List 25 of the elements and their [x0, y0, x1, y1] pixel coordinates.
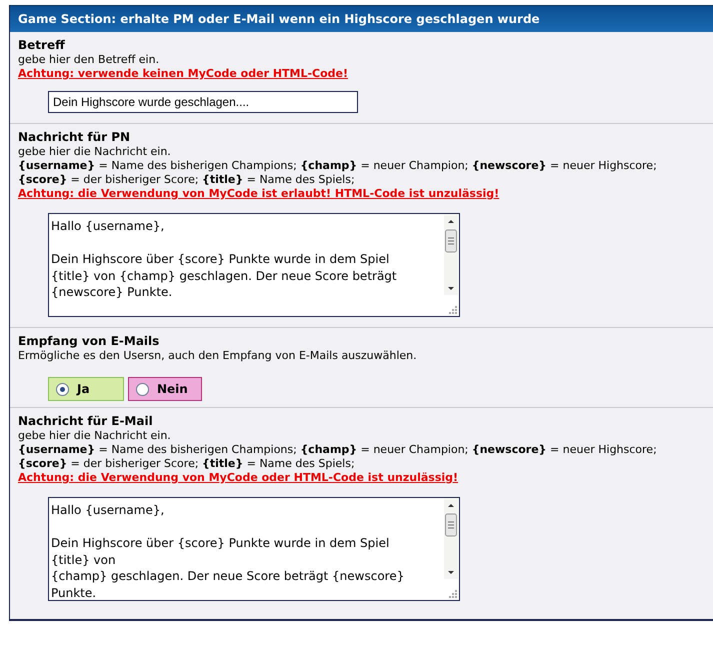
warning-text: Achtung: verwende keinen MyCode oder HTML-Code! — [18, 67, 350, 81]
message-textarea[interactable]: Hallo {username}, Dein Highscore über {score} Punkte wurde in dem Spiel {title} von {champ} geschlagen. Der neue Score beträgt {newscore} Punkte. — [48, 497, 460, 601]
setting-title: Empfang von E-Mails — [18, 334, 160, 349]
setting-description: gebe hier die Nachricht ein. — [18, 145, 172, 159]
setting-title: Nachricht für E-Mail — [18, 414, 154, 429]
panel-title: Game Section: erhalte PM oder E-Mail wenn ein Highscore geschlagen wurde — [10, 5, 713, 32]
resize-grip-icon — [446, 587, 458, 599]
setting-description: {score} = der bisheriger Score; {title} = Name des Spiels; — [18, 173, 356, 187]
setting-description: gebe hier den Betreff ein. — [18, 53, 160, 67]
scrollbar-icon — [444, 499, 458, 579]
setting-description: {score} = der bisheriger Score; {title} = Name des Spiels; — [18, 457, 356, 471]
scrollbar-icon — [444, 215, 458, 295]
resize-grip-icon — [446, 303, 458, 315]
warning-text: Achtung: die Verwendung von MyCode oder HTML-Code ist unzulässig! — [18, 471, 460, 485]
setting-description: gebe hier die Nachricht ein. — [18, 429, 172, 443]
setting-description: Ermögliche es den Usersn, auch den Empfang von E-Mails auszuwählen. — [18, 349, 418, 363]
setting-title: Betreff — [18, 38, 66, 53]
setting-title: Nachricht für PN — [18, 130, 132, 145]
message-textarea[interactable]: Hallo {username}, Dein Highscore über {score} Punkte wurde in dem Spiel {title} von {champ} geschlagen. Der neue Score beträgt {newscore} Punkte. — [48, 213, 460, 317]
setting-description: {username} = Name des bisherigen Champions; {champ} = neuer Champion; {newscore} = neuer Highscore; — [18, 443, 658, 457]
radio-option[interactable]: Nein — [128, 377, 202, 401]
setting-description: {username} = Name des bisherigen Champions; {champ} = neuer Champion; {newscore} = neuer Highscore; — [18, 159, 658, 173]
radio-option[interactable]: Ja — [48, 377, 124, 401]
subject-input[interactable]: Dein Highscore wurde geschlagen.... — [48, 91, 358, 113]
warning-text: Achtung: die Verwendung von MyCode ist erlaubt! HTML-Code ist unzulässig! — [18, 187, 500, 201]
